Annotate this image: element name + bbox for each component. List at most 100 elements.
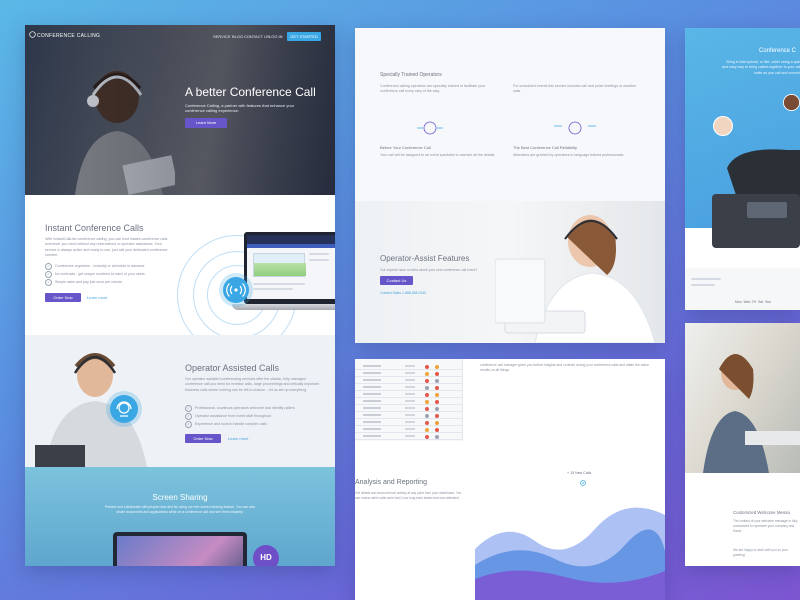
status-dot-icon	[435, 399, 439, 404]
feature-body: Your call will be assigned to an event s…	[380, 153, 496, 157]
status-dot-icon	[425, 420, 429, 425]
hero-learn-more-button[interactable]: Learn More	[185, 118, 227, 128]
logo-icon	[29, 31, 36, 38]
table-row[interactable]	[355, 405, 463, 412]
table-row[interactable]	[355, 412, 463, 419]
status-dot-icon	[435, 371, 439, 376]
table-row[interactable]	[355, 370, 463, 377]
status-dot-icon	[425, 406, 429, 411]
status-dot-icon	[425, 392, 429, 397]
operator-avatar-icon	[417, 121, 443, 135]
status-dot-icon	[425, 427, 429, 432]
operator-features-subtitle: Our experts have no idea about your next…	[380, 268, 478, 272]
avatar	[713, 116, 733, 136]
contact-sales-link[interactable]: Contact Sales 1-888-555-0140	[380, 291, 426, 295]
desk-phone-image	[712, 149, 800, 248]
hd-badge: HD	[253, 545, 279, 566]
instant-calls-body: With InstantCallUse conference calling, …	[45, 237, 168, 258]
instant-order-button[interactable]: Order Now	[45, 293, 81, 302]
conference-body: Bring in that special, or like, caller u…	[722, 60, 800, 75]
status-dot-icon	[425, 385, 429, 390]
status-dot-icon	[425, 378, 429, 383]
nav-link-blog[interactable]: BLOG	[232, 34, 243, 39]
day-tab[interactable]: Mon	[735, 300, 742, 304]
trained-operators-title: Specially Trained Operators	[380, 72, 442, 78]
operator-avatar-icon	[554, 121, 596, 135]
manager-description: conference call manager gives you furthe…	[480, 363, 650, 373]
operator-check-item: Operator assistance from event staff thr…	[185, 413, 271, 420]
day-tabs: Mon Wed Fri Sat Sun	[735, 300, 771, 304]
contact-us-button[interactable]: Contact Us	[380, 276, 413, 285]
hero-title: A better Conference Call	[185, 85, 316, 99]
conference-phone-panel: Conference C Bring in that special, or l…	[685, 28, 800, 310]
get-started-button[interactable]: GET STARTED	[287, 32, 321, 41]
status-dot-icon	[425, 399, 429, 404]
table-row[interactable]	[355, 363, 463, 370]
status-dot-icon	[425, 413, 429, 418]
operator-order-button[interactable]: Order Now	[185, 434, 221, 443]
status-dot-icon	[435, 392, 439, 397]
operator-section	[25, 335, 335, 467]
calls-table	[355, 359, 463, 441]
status-dot-icon	[425, 364, 429, 369]
nav-link-login[interactable]: LOG IN	[269, 34, 283, 39]
operator-check-item: Professional, courteous operators welcom…	[185, 405, 295, 412]
nav-link-contact[interactable]: CONTACT US	[244, 34, 270, 39]
operator-calls-body: Our operator assisted conferencing servi…	[185, 377, 320, 392]
day-tab[interactable]: Fri	[752, 300, 756, 304]
nav-link-service[interactable]: SERVICE	[213, 34, 231, 39]
operator-woman-illustration	[495, 215, 656, 343]
feature-title: Before Your Conference Call	[380, 145, 431, 150]
table-row[interactable]	[355, 391, 463, 398]
day-tab[interactable]: Sun	[765, 300, 771, 304]
feature-body: Attendees are greeted by operators in la…	[513, 153, 625, 157]
instant-check-item: Simple rates and pay just once per minut…	[45, 279, 122, 286]
welcome-message-body-2: We are happy to work with you on your gr…	[733, 548, 789, 558]
table-row[interactable]	[355, 384, 463, 391]
screen-sharing-body: Present and collaborate with people near…	[104, 505, 256, 515]
table-row[interactable]	[355, 419, 463, 426]
wifi-badge	[223, 277, 249, 303]
day-tab[interactable]: Sat	[758, 300, 763, 304]
wave-graphic	[475, 507, 665, 600]
status-dot-icon	[435, 434, 439, 439]
feature-title: The Best Conference Call Reliability	[513, 145, 578, 150]
status-dot-icon	[435, 364, 439, 369]
operator-person-image	[35, 353, 147, 467]
day-tab[interactable]: Wed	[744, 300, 751, 304]
status-dot-icon	[425, 434, 429, 439]
brand-logo-text: CONFERENCE CALLING	[37, 33, 101, 39]
new-calls-label: + 15 New Calls	[567, 471, 592, 475]
operator-learn-more-link[interactable]: Learn more	[228, 436, 248, 441]
operator-features-title: Operator-Assist Features	[380, 254, 470, 263]
analysis-title: Analysis and Reporting	[355, 479, 427, 486]
conference-title: Conference C	[759, 48, 797, 54]
instant-check-item: No contracts - get unique numbers to eac…	[45, 271, 145, 278]
table-row[interactable]	[355, 433, 463, 440]
screen-sharing-laptop-image	[113, 532, 247, 566]
headset-badge	[110, 395, 138, 423]
hero-section: CONFERENCE CALLING SERVICE BLOG CONTACT …	[25, 25, 335, 195]
table-row[interactable]	[355, 377, 463, 384]
operators-intro-left: Conference calling operators are special…	[380, 84, 486, 94]
office-women-image	[685, 323, 800, 473]
operators-intro-right: For scheduled events this service includ…	[513, 84, 637, 94]
operator-calls-title: Operator Assisted Calls	[185, 363, 280, 373]
analysis-body: Get details and account level activity a…	[355, 491, 462, 500]
instant-learn-more-link[interactable]: Learn more	[87, 295, 107, 300]
status-dot-icon	[425, 371, 429, 376]
table-row[interactable]	[355, 426, 463, 433]
status-dot-icon	[435, 385, 439, 390]
instant-check-item: Conference anywhere - instantly or sched…	[45, 263, 145, 270]
operator-woman-image	[355, 201, 665, 343]
table-row[interactable]	[355, 398, 463, 405]
women-illustration	[703, 354, 800, 473]
operator-check-item: Experience and tools to handle complex c…	[185, 421, 267, 428]
welcome-message-title: Customized Welcome Messa	[733, 510, 790, 515]
analysis-page-panel: conference call manager gives you furthe…	[355, 359, 665, 600]
welcome-message-panel: Customized Welcome Messa The content of …	[685, 323, 800, 566]
headset-icon	[116, 401, 132, 417]
avatar	[783, 94, 800, 111]
instant-calls-title: Instant Conference Calls	[45, 223, 144, 233]
wifi-icon	[226, 283, 246, 297]
